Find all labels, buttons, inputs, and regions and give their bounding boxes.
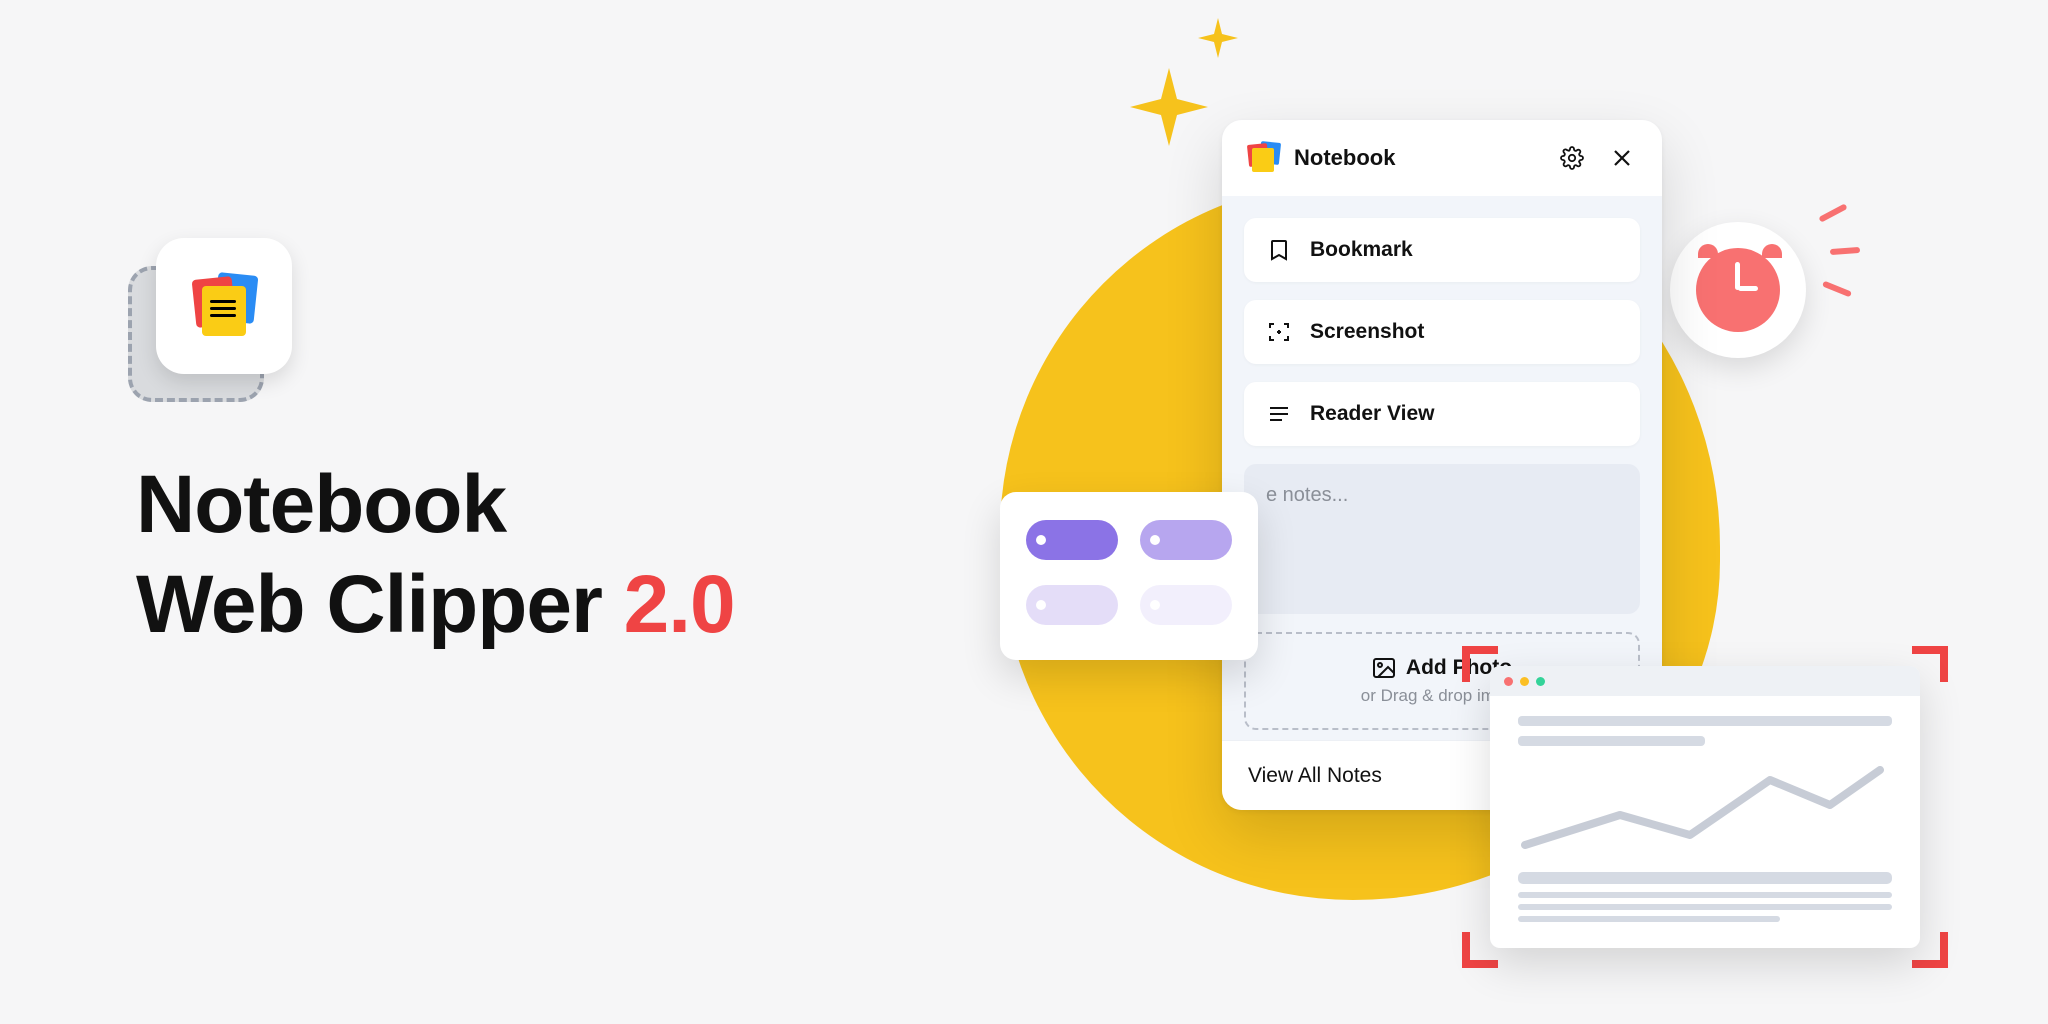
panel-header: Notebook	[1222, 120, 1662, 196]
notes-placeholder: e notes...	[1266, 484, 1348, 506]
option-screenshot[interactable]: Screenshot	[1244, 300, 1640, 364]
window-max-dot-icon	[1536, 677, 1545, 686]
toggle-swatch[interactable]	[1140, 520, 1232, 560]
browser-titlebar	[1490, 666, 1920, 696]
browser-content-placeholder	[1490, 696, 1920, 944]
color-toggles-card	[1000, 492, 1258, 660]
toggle-swatch[interactable]	[1140, 585, 1232, 625]
line-chart-icon	[1518, 760, 1892, 856]
settings-button[interactable]	[1558, 144, 1586, 172]
toggle-swatch[interactable]	[1026, 585, 1118, 625]
close-button[interactable]	[1608, 144, 1636, 172]
option-label: Screenshot	[1310, 320, 1424, 344]
notes-input[interactable]: e notes...	[1244, 464, 1640, 614]
alarm-clock-icon	[1696, 248, 1780, 332]
option-reader-view[interactable]: Reader View	[1244, 382, 1640, 446]
toggle-swatch[interactable]	[1026, 520, 1118, 560]
notebook-logo-icon	[1248, 142, 1280, 174]
panel-title: Notebook	[1294, 145, 1395, 171]
app-icon-group	[128, 238, 298, 408]
hero-title-prefix: Web Clipper	[136, 559, 624, 650]
image-icon	[1372, 657, 1396, 679]
option-bookmark[interactable]: Bookmark	[1244, 218, 1640, 282]
sparkle-icon	[1198, 18, 1238, 58]
screenshot-capture-frame	[1462, 646, 1948, 968]
window-close-dot-icon	[1504, 677, 1513, 686]
gear-icon	[1560, 146, 1584, 170]
hero-title-line1: Notebook	[136, 458, 735, 552]
option-label: Reader View	[1310, 402, 1435, 426]
window-min-dot-icon	[1520, 677, 1529, 686]
close-icon	[1611, 147, 1633, 169]
screenshot-icon	[1266, 319, 1292, 345]
reminder-clock-badge	[1670, 186, 1850, 366]
notebook-logo-icon	[192, 274, 256, 338]
reader-view-icon	[1266, 401, 1292, 427]
app-icon-tile	[156, 238, 292, 374]
option-label: Bookmark	[1310, 238, 1413, 262]
view-all-notes-link[interactable]: View All Notes	[1248, 764, 1382, 788]
hero-title-line2: Web Clipper 2.0	[136, 558, 735, 652]
bookmark-icon	[1266, 237, 1292, 263]
browser-window-mock	[1490, 666, 1920, 948]
sparkle-icon	[1130, 68, 1208, 146]
hero-title-version: 2.0	[624, 559, 735, 650]
hero-title: Notebook Web Clipper 2.0	[136, 458, 735, 652]
